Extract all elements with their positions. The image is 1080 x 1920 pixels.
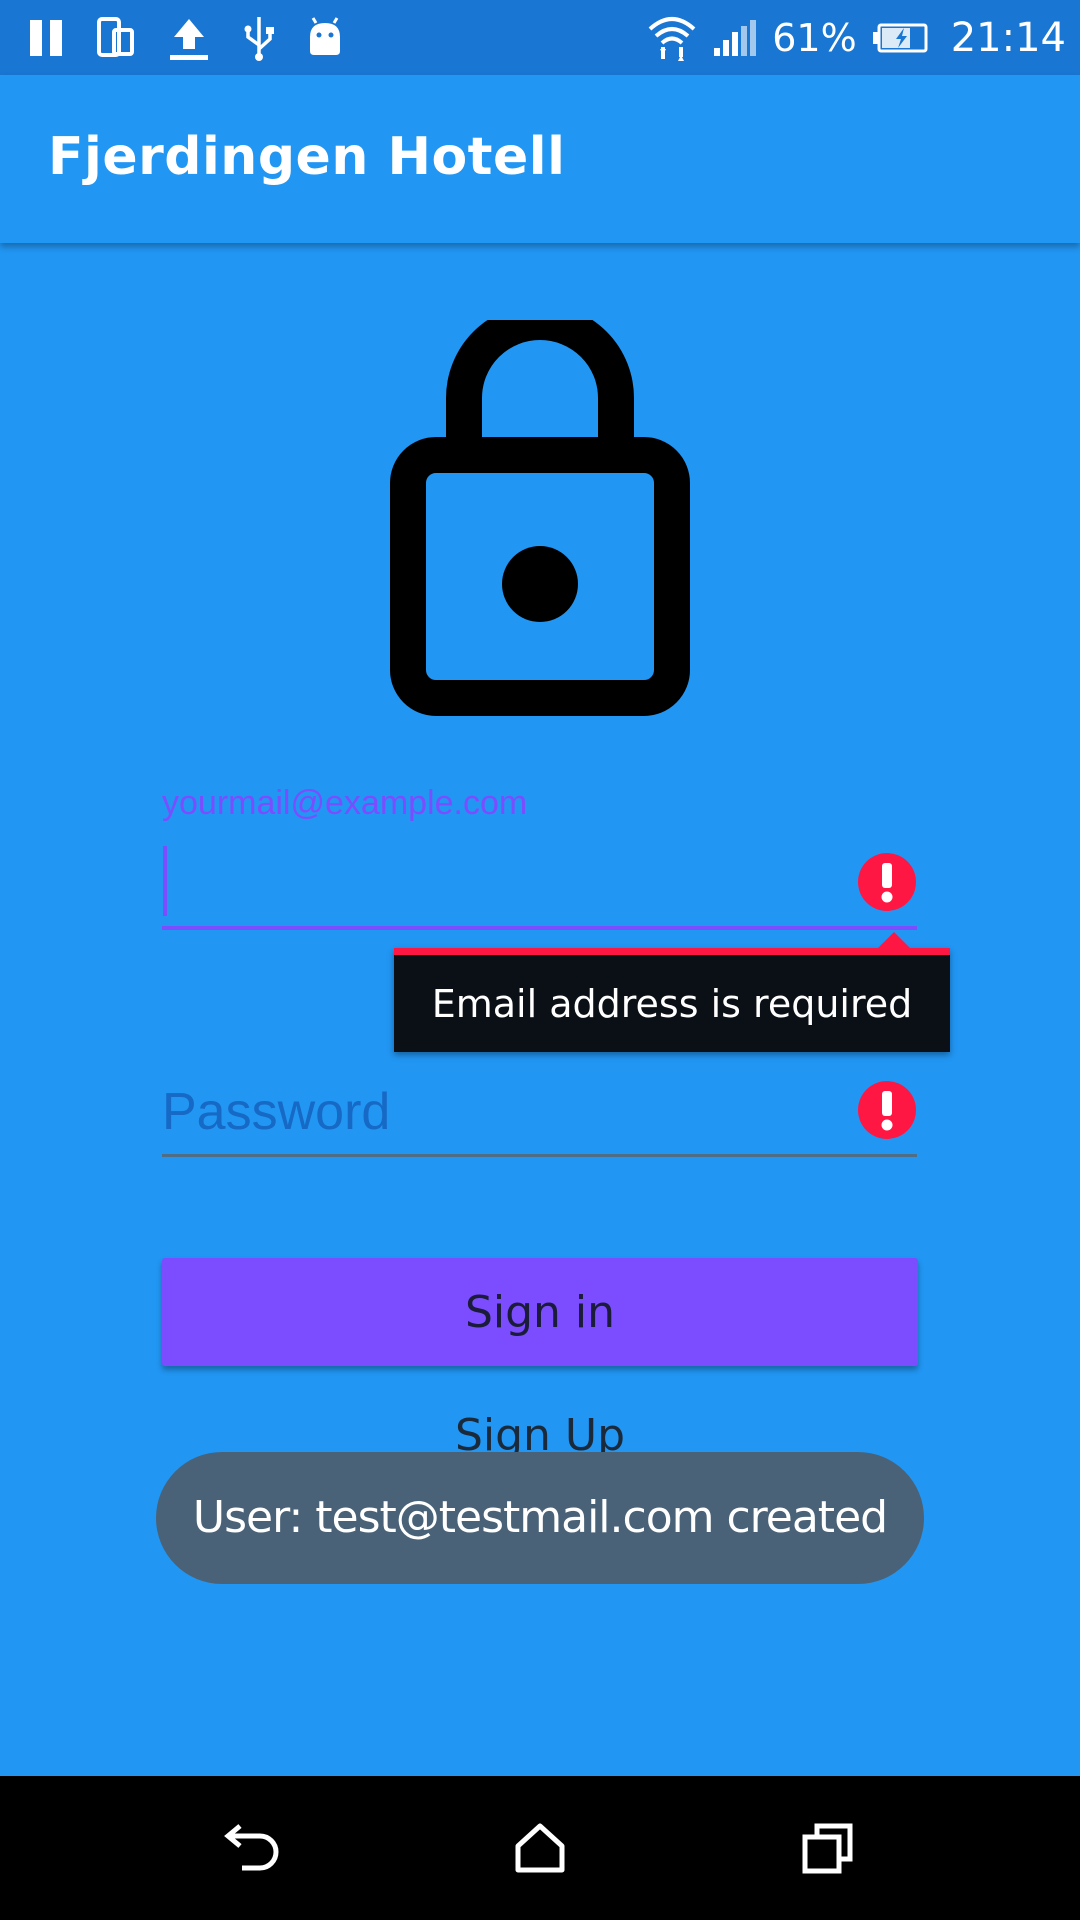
app-bar: Fjerdingen Hotell (0, 75, 1080, 243)
email-field[interactable] (162, 840, 917, 930)
error-icon[interactable] (857, 852, 917, 912)
app-title: Fjerdingen Hotell (48, 127, 566, 187)
upload-icon (166, 15, 212, 61)
clock: 21:14 (950, 15, 1066, 61)
home-icon[interactable] (500, 1812, 580, 1884)
back-icon[interactable] (212, 1812, 292, 1884)
error-tooltip: Email address is required (394, 932, 950, 1052)
pause-icon (28, 18, 66, 58)
toast-message: User: test@testmail.com created (192, 1492, 888, 1543)
screen-rotate-icon (96, 16, 136, 60)
recent-apps-icon[interactable] (788, 1812, 868, 1884)
battery-icon (871, 22, 929, 54)
status-bar-system: 61% 21:14 (646, 10, 1066, 66)
password-field[interactable] (162, 1070, 917, 1157)
text-cursor (163, 846, 167, 916)
email-floating-label: yourmail@example.com (162, 784, 528, 822)
status-bar: 61% 21:14 (0, 0, 1080, 75)
navigation-bar (0, 1776, 1080, 1920)
signal-icon (712, 18, 758, 58)
android-icon (306, 17, 344, 59)
sign-in-button[interactable]: Sign in (162, 1258, 918, 1366)
error-message: Email address is required (431, 982, 913, 1026)
status-bar-notifications (28, 12, 344, 64)
battery-percent: 61% (772, 16, 857, 60)
usb-icon (242, 15, 276, 61)
tooltip-error-bar (394, 948, 950, 955)
toast: User: test@testmail.com created (156, 1452, 924, 1584)
wifi-icon (646, 13, 698, 63)
error-icon[interactable] (857, 1080, 917, 1140)
tooltip-arrow (878, 932, 910, 948)
lock-icon (388, 304, 692, 716)
